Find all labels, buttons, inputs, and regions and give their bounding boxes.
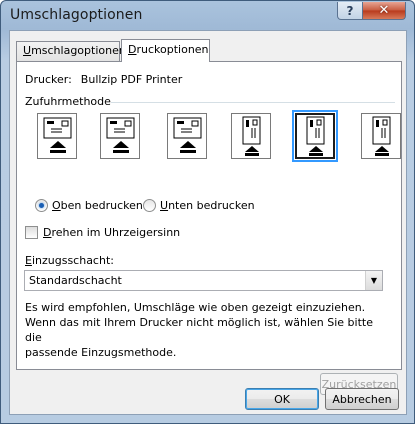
feed-tray-select[interactable]: Standardschacht ▼ bbox=[24, 270, 383, 291]
checkbox-box[interactable] bbox=[25, 226, 38, 239]
feed-tray-value: Standardschacht bbox=[29, 274, 122, 287]
tab-label: ruckoptionen bbox=[136, 43, 209, 56]
cancel-button[interactable]: Abbrechen bbox=[325, 388, 399, 410]
feed-option-horizontal-left[interactable] bbox=[37, 113, 77, 159]
radio-indicator[interactable] bbox=[35, 199, 48, 212]
info-line: Es wird empfohlen, Umschläge wie oben ge… bbox=[25, 301, 366, 314]
title-bar[interactable]: Umschlagoptionen ? ✕ bbox=[1, 1, 414, 29]
envelope-feed-icon bbox=[306, 116, 325, 156]
feed-option-horizontal-right[interactable] bbox=[167, 113, 207, 159]
tab-panel: Drucker: Bullzip PDF Printer Zufuhrmethod… bbox=[16, 61, 402, 395]
envelope-feed-icon bbox=[106, 117, 135, 153]
rotate-clockwise-label: Drehen im Uhrzeigersinn bbox=[43, 226, 181, 239]
feed-option-vertical-left[interactable] bbox=[231, 113, 271, 159]
dialog-client: Umschlagoptionen Druckoptionen Drucker: B… bbox=[9, 30, 407, 415]
rotate-clockwise-checkbox[interactable]: Drehen im Uhrzeigersinn bbox=[25, 226, 180, 239]
feed-option-horizontal-center[interactable] bbox=[100, 113, 140, 159]
printer-label: Drucker: bbox=[25, 73, 72, 86]
print-top-label: Oben bedrucken bbox=[52, 199, 143, 212]
help-button[interactable]: ? bbox=[337, 2, 363, 20]
info-line: Wenn das mit Ihrem Drucker nicht möglich… bbox=[25, 316, 373, 344]
feed-method-title: Zufuhrmethode bbox=[25, 95, 111, 108]
tab-druckoptionen[interactable]: Druckoptionen bbox=[121, 39, 210, 62]
envelope-feed-icon bbox=[372, 116, 391, 156]
info-text: Es wird empfohlen, Umschläge wie oben ge… bbox=[25, 300, 385, 360]
close-icon: ✕ bbox=[378, 3, 390, 18]
printer-value: Bullzip PDF Printer bbox=[80, 73, 183, 86]
tab-umschlagoptionen[interactable]: Umschlagoptionen bbox=[16, 41, 126, 61]
feed-tray-label: Einzugsschacht: bbox=[25, 254, 114, 267]
tab-accelerator: U bbox=[23, 44, 32, 57]
feed-option-vertical-center[interactable] bbox=[292, 110, 338, 162]
group-divider bbox=[111, 102, 395, 103]
window-title: Umschlagoptionen bbox=[10, 7, 143, 23]
dialog-window: Umschlagoptionen ? ✕ Umschlagoptionen Dr… bbox=[0, 0, 415, 424]
help-icon: ? bbox=[346, 3, 354, 18]
close-button[interactable]: ✕ bbox=[362, 2, 406, 20]
tab-label: mschlagoptionen bbox=[31, 44, 126, 57]
envelope-feed-icon bbox=[43, 117, 72, 153]
feed-option-vertical-right[interactable] bbox=[361, 113, 401, 159]
envelope-feed-icon bbox=[242, 116, 261, 156]
envelope-feed-icon bbox=[173, 117, 202, 153]
ok-button[interactable]: OK bbox=[245, 388, 319, 410]
radio-indicator[interactable] bbox=[143, 199, 156, 212]
printer-row: Drucker: Bullzip PDF Printer bbox=[25, 73, 182, 86]
print-bottom-radio[interactable]: Unten bedrucken bbox=[143, 199, 255, 212]
print-bottom-label: Unten bedrucken bbox=[160, 199, 255, 212]
info-line: passende Einzugsmethode. bbox=[25, 346, 177, 359]
chevron-down-icon[interactable]: ▼ bbox=[365, 271, 382, 290]
print-top-radio[interactable]: Oben bedrucken bbox=[35, 199, 143, 212]
